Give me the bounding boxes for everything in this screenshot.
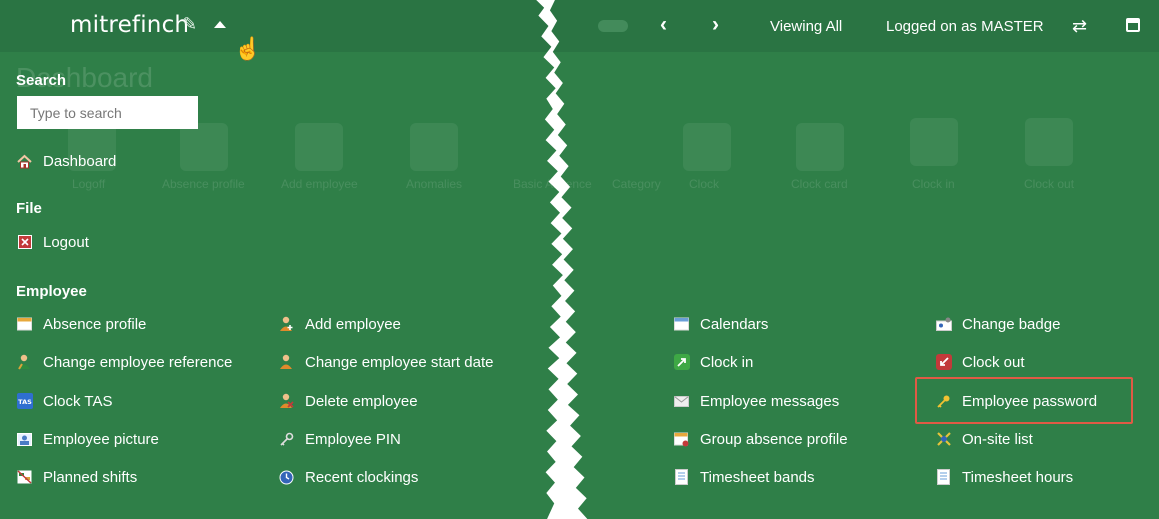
menu-item-label: Clock out <box>962 353 1025 371</box>
menu-collapse-caret-icon[interactable] <box>214 21 226 28</box>
picture-icon <box>16 431 33 448</box>
menu-item-clock-in[interactable]: Clock in <box>673 351 753 373</box>
employee-edit-icon <box>16 354 33 371</box>
menu-item-group-absence-profile[interactable]: Group absence profile <box>673 428 848 450</box>
clock-in-icon <box>673 354 690 371</box>
menu-item-label: Change employee reference <box>43 353 233 371</box>
menu-item-dashboard[interactable]: Dashboard <box>16 150 116 172</box>
background-icon-label: Category <box>612 177 661 191</box>
menu-item-label: Planned shifts <box>43 468 138 486</box>
menu-item-label: Logout <box>43 233 89 251</box>
clock-out-icon <box>935 354 952 371</box>
menu-item-delete-employee[interactable]: Delete employee <box>278 390 418 412</box>
menu-item-employee-messages[interactable]: Employee messages <box>673 390 839 412</box>
menu-item-label: Calendars <box>700 315 769 333</box>
menu-item-label: Timesheet bands <box>700 468 815 486</box>
menu-item-logout[interactable]: Logout <box>16 231 89 253</box>
menu-item-label: Add employee <box>305 315 401 333</box>
back-arrow-icon[interactable]: ‹ <box>660 13 667 37</box>
menu-item-label: Change employee start date <box>305 353 494 371</box>
logout-icon <box>16 234 33 251</box>
torn-paper-divider <box>536 0 588 519</box>
delete-employee-icon <box>278 393 295 410</box>
menu-item-label: Change badge <box>962 315 1061 333</box>
menu-item-timesheet-hours[interactable]: Timesheet hours <box>935 466 1073 488</box>
blurred-badge <box>598 20 628 32</box>
add-employee-icon <box>278 316 295 333</box>
tas-icon: TAS <box>16 393 33 410</box>
menu-item-change-badge[interactable]: Change badge <box>935 313 1060 335</box>
background-icon <box>683 123 731 171</box>
background-icon <box>1025 118 1073 166</box>
menu-item-label: Timesheet hours <box>962 468 1074 486</box>
menu-item-absence-profile[interactable]: Absence profile <box>16 313 146 335</box>
employee-section-title: Employee <box>16 283 87 300</box>
search-input[interactable] <box>17 96 198 129</box>
group-calendar-icon <box>673 431 690 448</box>
menu-item-recent-clockings[interactable]: Recent clockings <box>278 466 418 488</box>
calendar-icon <box>16 316 33 333</box>
menu-item-label: Recent clockings <box>305 468 419 486</box>
pen-icon: ✎ <box>182 14 198 34</box>
background-icon-label: Clock in <box>912 177 955 191</box>
menu-item-employee-picture[interactable]: Employee picture <box>16 428 159 450</box>
hand-cursor-icon: ☝ <box>234 36 262 61</box>
menu-item-label: On-site list <box>962 430 1033 448</box>
menu-item-timesheet-bands[interactable]: Timesheet bands <box>673 466 815 488</box>
background-icon-label: Anomalies <box>406 177 463 191</box>
menu-item-label: Group absence profile <box>700 430 848 448</box>
pin-key-icon <box>278 431 295 448</box>
menu-item-calendars[interactable]: Calendars <box>673 313 768 335</box>
background-icon <box>910 118 958 166</box>
recent-clockings-icon <box>278 469 295 486</box>
background-icon <box>295 123 343 171</box>
menu-item-employee-pin[interactable]: Employee PIN <box>278 428 401 450</box>
timesheet-hours-icon <box>935 469 952 486</box>
menu-item-on-site-list[interactable]: On-site list <box>935 428 1033 450</box>
background-icon <box>410 123 458 171</box>
planned-shifts-icon <box>16 469 33 486</box>
on-site-icon <box>935 431 952 448</box>
menu-item-change-employee-start-date[interactable]: Change employee start date <box>278 351 493 373</box>
menu-item-clock-tas[interactable]: TAS Clock TAS <box>16 390 112 412</box>
calendars-icon <box>673 316 690 333</box>
switch-icon[interactable]: ⇄ <box>1072 16 1087 37</box>
forward-arrow-icon[interactable]: › <box>712 13 719 37</box>
menu-item-label: Employee PIN <box>305 430 401 448</box>
timesheet-icon <box>673 469 690 486</box>
logged-on-user[interactable]: Logged on as MASTER <box>886 18 1044 35</box>
badge-icon <box>935 316 952 333</box>
envelope-icon <box>673 393 690 410</box>
background-icon-label: Absence profile <box>162 177 245 191</box>
menu-item-label: Employee picture <box>43 430 159 448</box>
menu-item-planned-shifts[interactable]: Planned shifts <box>16 466 137 488</box>
viewing-filter-link[interactable]: Viewing All <box>770 18 842 35</box>
menu-item-label: Clock TAS <box>43 392 113 410</box>
search-section-title: Search <box>16 72 67 89</box>
drive-icon[interactable] <box>1126 18 1140 32</box>
background-icon-label: Clock card <box>791 177 848 191</box>
background-icon-label: Logoff <box>72 177 106 191</box>
background-icon <box>796 123 844 171</box>
background-icon-label: Clock out <box>1024 177 1075 191</box>
menu-item-label: Dashboard <box>43 152 117 170</box>
employee-date-icon <box>278 354 295 371</box>
menu-item-clock-out[interactable]: Clock out <box>935 351 1025 373</box>
file-section-title: File <box>16 200 42 217</box>
menu-item-label: Absence profile <box>43 315 147 333</box>
menu-item-label: Employee messages <box>700 392 840 410</box>
background-icon-label: Add employee <box>281 177 358 191</box>
highlight-box <box>915 377 1133 424</box>
background-icon <box>180 123 228 171</box>
background-icon-label: Clock <box>689 177 720 191</box>
home-icon <box>16 153 33 170</box>
menu-item-label: Delete employee <box>305 392 418 410</box>
app-logo[interactable]: mitrefinch <box>70 12 189 38</box>
menu-item-change-employee-reference[interactable]: Change employee reference <box>16 351 232 373</box>
menu-item-add-employee[interactable]: Add employee <box>278 313 401 335</box>
tas-badge-text: TAS <box>18 398 32 406</box>
menu-item-label: Clock in <box>700 353 754 371</box>
